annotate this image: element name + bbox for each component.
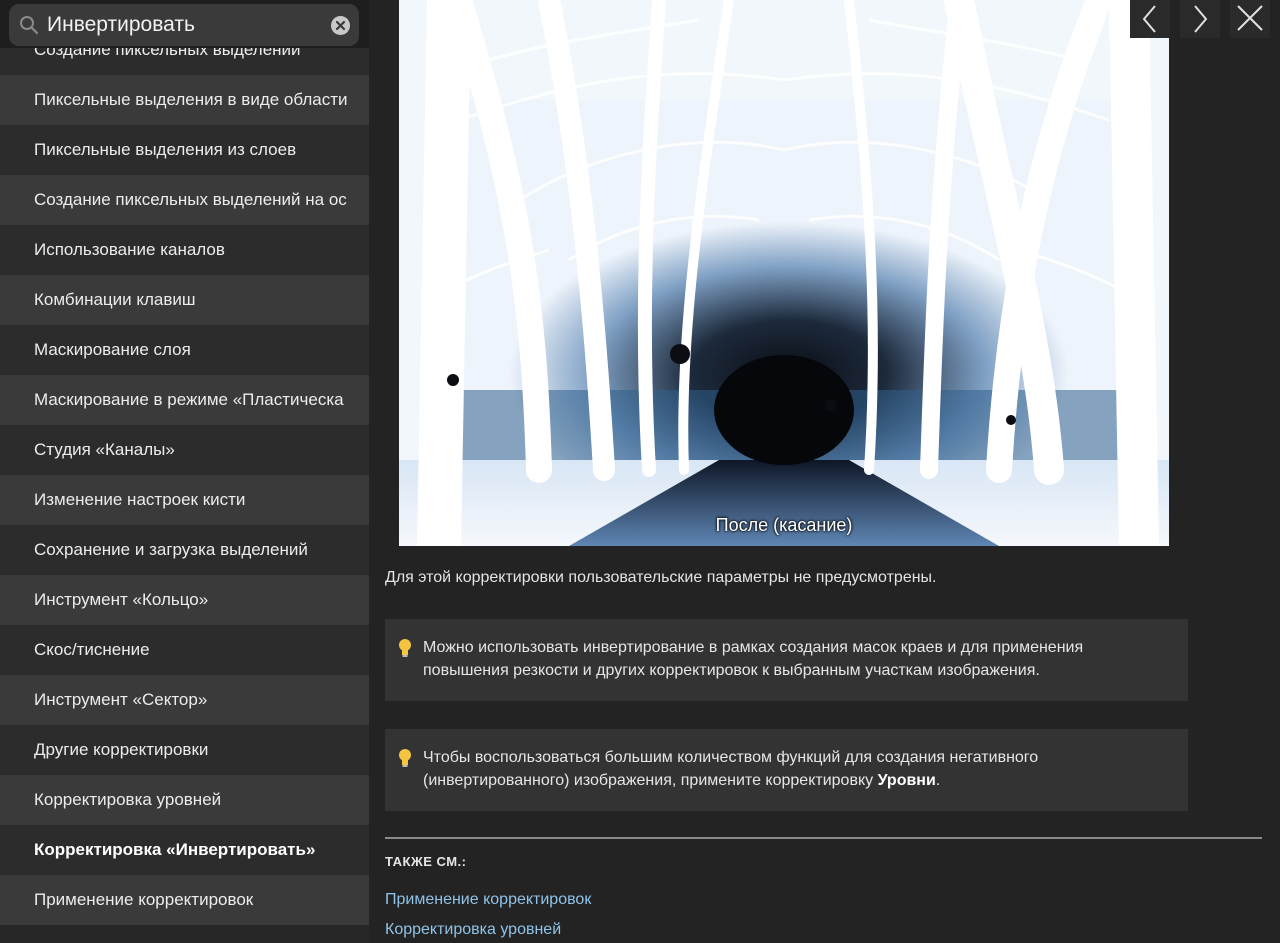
sidebar-item[interactable]: Корректировка уровней [0,775,369,825]
clear-icon[interactable] [331,16,350,35]
sidebar-item[interactable]: Использование каналов [0,225,369,275]
sidebar-item[interactable]: Маскирование слоя [0,325,369,375]
tip-text: Чтобы воспользоваться большим количество… [423,749,1039,789]
topic-list: Создание пиксельных выделений Пиксельные… [0,24,369,925]
close-icon [1237,5,1263,31]
tip-box: Чтобы воспользоваться большим количество… [385,729,1188,811]
see-also-link[interactable]: Корректировка уровней [385,921,561,939]
tip-end: . [935,772,941,789]
inverted-photo: После (касание) [399,0,1169,546]
sidebar-item[interactable]: Пиксельные выделения в виде области [0,75,369,125]
sidebar: Создание пиксельных выделений Пиксельные… [0,0,369,943]
sidebar-item[interactable]: Маскирование в режиме «Пластическа [0,375,369,425]
sidebar-item[interactable]: Другие корректировки [0,725,369,775]
search-bar [0,0,369,48]
search-field[interactable] [9,4,359,46]
sidebar-item[interactable]: Комбинации клавиш [0,275,369,325]
divider [385,837,1262,839]
see-also-heading: ТАКЖЕ СМ.: [385,854,467,869]
search-input[interactable] [47,12,317,38]
sidebar-item[interactable]: Инструмент «Сектор» [0,675,369,725]
inverted-trees-image [399,0,1169,546]
sidebar-item[interactable]: Студия «Каналы» [0,425,369,475]
sidebar-item[interactable]: Сохранение и загрузка выделений [0,525,369,575]
see-also-link[interactable]: Применение корректировок [385,891,591,909]
help-content: После (касание) Для этой корректировки п… [369,0,1280,943]
sidebar-item[interactable]: Скос/тиснение [0,625,369,675]
sidebar-item[interactable]: Применение корректировок [0,875,369,925]
search-icon [19,15,39,35]
image-caption: После (касание) [715,515,853,535]
lightbulb-icon [399,639,411,657]
next-button[interactable] [1180,0,1220,38]
tip-box: Можно использовать инвертирование в рамк… [385,619,1188,701]
close-button[interactable] [1230,0,1270,38]
sidebar-item[interactable]: Создание пиксельных выделений на ос [0,175,369,225]
sidebar-item[interactable]: Пиксельные выделения из слоев [0,125,369,175]
tip-bold-term: Уровни [877,772,936,789]
tip-text: Можно использовать инвертирование в рамк… [423,639,1084,679]
chevron-right-icon [1194,5,1208,33]
sidebar-item[interactable]: Инструмент «Кольцо» [0,575,369,625]
description-text: Для этой корректировки пользовательские … [385,569,937,586]
chevron-left-icon [1142,5,1156,33]
sidebar-item[interactable]: Изменение настроек кисти [0,475,369,525]
lightbulb-icon [399,749,411,767]
sidebar-item-active[interactable]: Корректировка «Инвертировать» [0,825,369,875]
prev-button[interactable] [1130,0,1170,38]
